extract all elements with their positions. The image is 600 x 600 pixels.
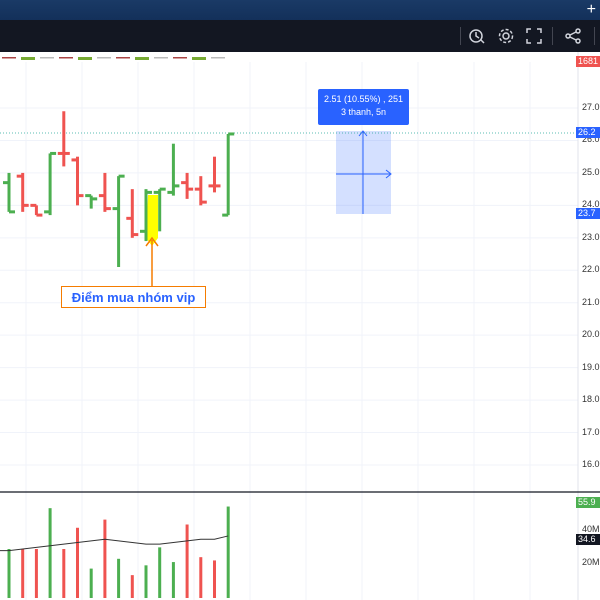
chart-toolbar [0,20,600,52]
volume-ma-tag: 34.6 [576,534,600,545]
toolbar-separator [460,27,461,45]
price-axis-label: 27.0 [582,102,600,112]
volume-bar [7,549,11,598]
mini-strip-segment [211,57,225,59]
price-axis-label: 25.0 [582,166,600,177]
toolbar-separator [552,27,553,45]
settings-gear-icon[interactable] [496,26,516,46]
mini-strip-segment [78,57,92,60]
mini-strip-segment [116,57,130,59]
volume-axis-label: 20M [582,557,600,567]
mini-strip-segment [40,57,54,59]
ohlc-bar [112,174,125,268]
volume-bar [34,549,38,598]
ohlc-bar [16,172,29,212]
volume-bar [76,527,79,598]
price-axis-label: 19.0 [582,361,600,372]
mini-strip-segment [59,57,73,59]
volume-bar [185,524,189,598]
price-axis-label: 18.0 [582,394,600,405]
add-tab-button[interactable]: + [587,0,596,20]
volume-bar [158,547,162,598]
ohlc-bar [3,172,15,214]
mini-strip-segment [135,57,149,60]
alert-clock-icon[interactable] [467,26,487,46]
ohlc-bars [3,111,235,268]
ohlc-bar [30,203,43,217]
mini-strip-segment [192,57,206,60]
price-axis-label: 20.0 [582,329,600,340]
measure-change-text: 2.51 (10.55%) , 251 [323,94,404,104]
mini-strip-segment [2,57,16,59]
window-title-bar: + [0,0,600,20]
mini-strip-segment [97,57,111,59]
range-low-tag: 23.7 [576,208,600,219]
volume-bars [7,506,230,598]
toolbar-separator [594,27,595,45]
current-price-tag: 26.2 [576,127,600,138]
buy-point-annotation[interactable]: Điểm mua nhóm vip [61,286,206,308]
ohlc-bar [194,176,207,206]
volume-bar [103,519,107,598]
ohlc-bar [222,132,235,217]
volume-axis-label: 40M [582,524,600,534]
top-price-tag: 1681 [576,56,600,67]
ohlc-bar [167,143,180,196]
volume-bar [117,558,121,598]
volume-bar [144,565,148,598]
ohlc-bar [126,189,139,238]
volume-bar [21,549,25,598]
ohlc-bar [57,111,70,167]
volume-bar [213,560,216,598]
mini-strip-segment [21,57,35,60]
price-axis-label: 16.0 [582,459,600,469]
volume-bar [226,506,230,598]
volume-bar [89,568,93,598]
chart-grid [0,62,578,600]
price-axis-label: 17.0 [582,426,600,437]
mini-strip-segment [173,57,187,59]
ohlc-bar [98,172,111,212]
volume-bar [62,549,66,598]
price-axis-label: 23.0 [582,231,600,242]
fullscreen-icon[interactable] [524,26,544,46]
price-axis-label: 21.0 [582,296,600,307]
volume-bar [130,575,134,598]
ohlc-bar [181,172,194,199]
volume-bar [199,557,203,598]
measure-tooltip: 2.51 (10.55%) , 251 3 thanh, 5n [318,89,409,125]
last-volume-tag: 55.9 [576,497,600,508]
share-icon[interactable] [563,26,583,46]
price-chart[interactable] [0,52,600,600]
price-axis-label: 22.0 [582,264,600,275]
measure-bars-text: 3 thanh, 5n [340,107,387,117]
mini-indicator-strip [0,52,578,62]
mini-strip-segment [154,57,168,59]
volume-bar [171,562,175,598]
volume-bar [48,508,52,598]
ohlc-bar [208,156,221,193]
ohlc-bar [85,194,98,209]
